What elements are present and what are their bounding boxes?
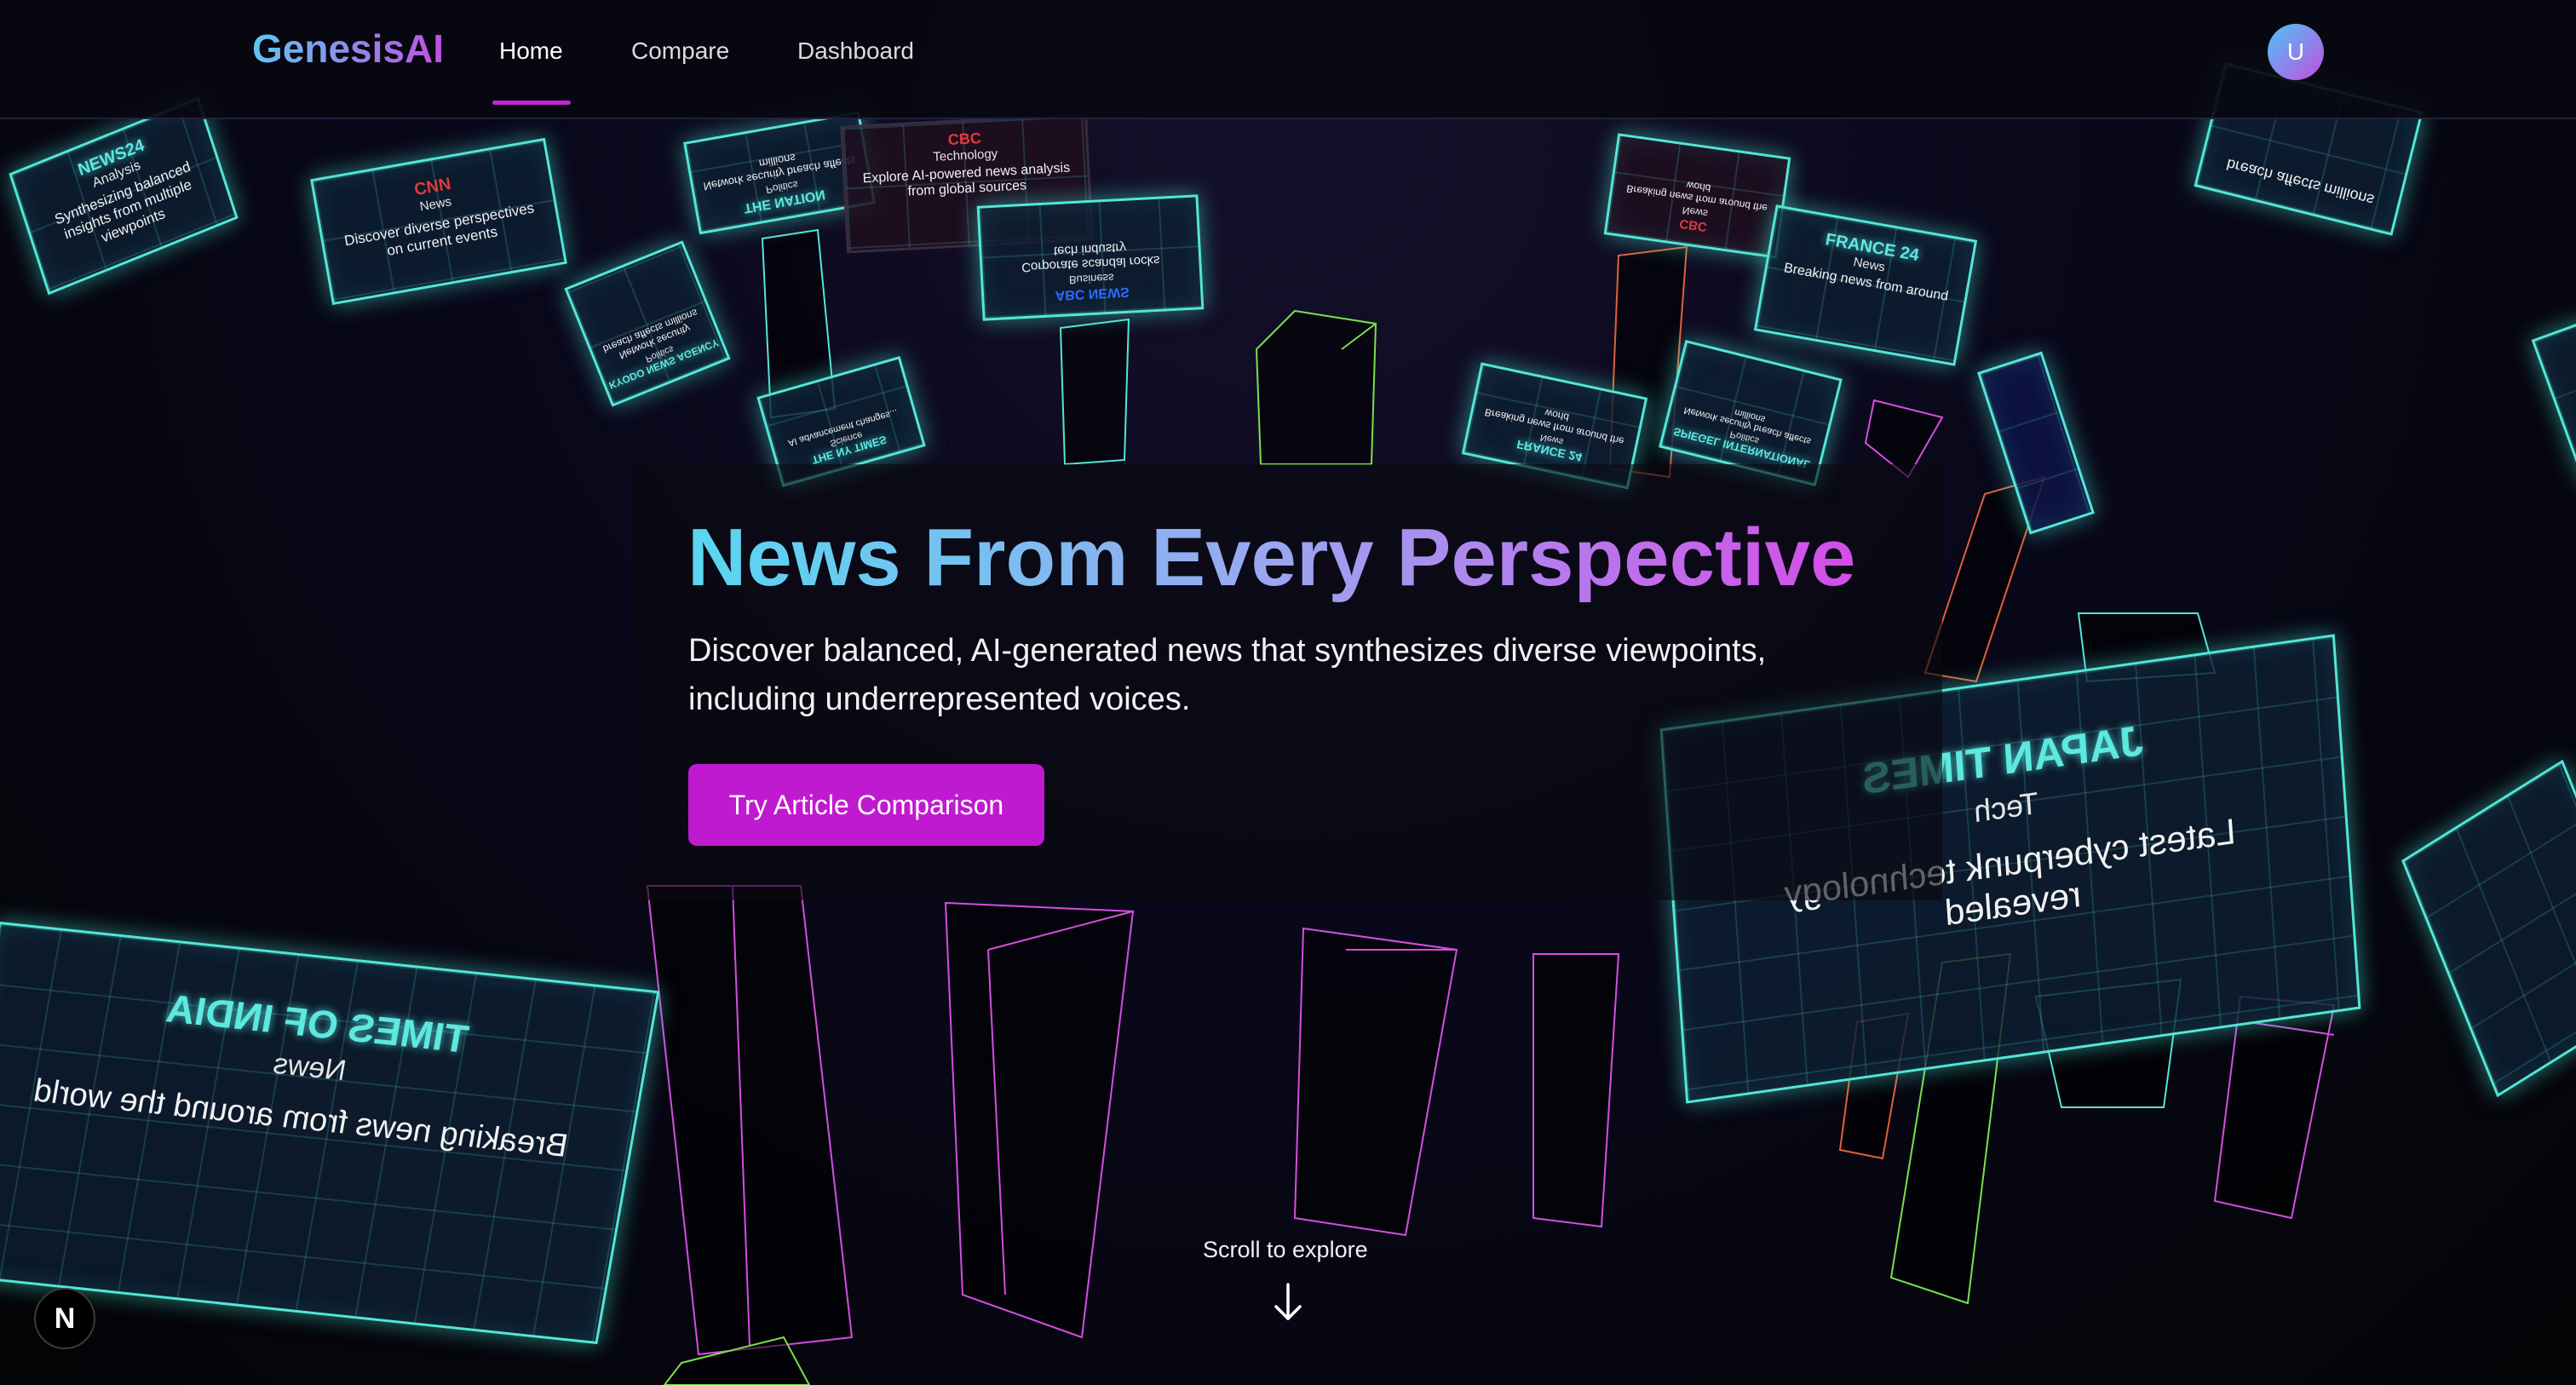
dev-badge-letter: N	[54, 1302, 76, 1335]
nav-link-compare[interactable]: Compare	[631, 37, 729, 65]
hero-title: News From Every Perspective	[687, 512, 1856, 603]
scroll-to-explore-label: Scroll to explore	[1203, 1237, 1368, 1262]
arrow-down-icon[interactable]	[1273, 1283, 1303, 1326]
try-article-comparison-button[interactable]: Try Article Comparison	[688, 764, 1044, 846]
nav-link-home[interactable]: Home	[499, 37, 563, 65]
active-tab-underline	[492, 101, 571, 105]
genesisai-logo[interactable]: GenesisAI	[252, 26, 444, 72]
nav-link-dashboard[interactable]: Dashboard	[797, 37, 914, 65]
news-card-times-of-india: TIMES OF INDIA News Breaking news from a…	[0, 921, 660, 1345]
hero-subtitle: Discover balanced, AI-generated news tha…	[688, 633, 1767, 717]
user-avatar[interactable]: U	[2268, 24, 2324, 80]
dev-indicator-badge[interactable]: N	[34, 1288, 95, 1349]
top-navbar: GenesisAI Home Compare Dashboard U	[0, 0, 2576, 119]
news-card-abc-news: ABC NEWS Business Corporate scandal rock…	[976, 194, 1205, 321]
